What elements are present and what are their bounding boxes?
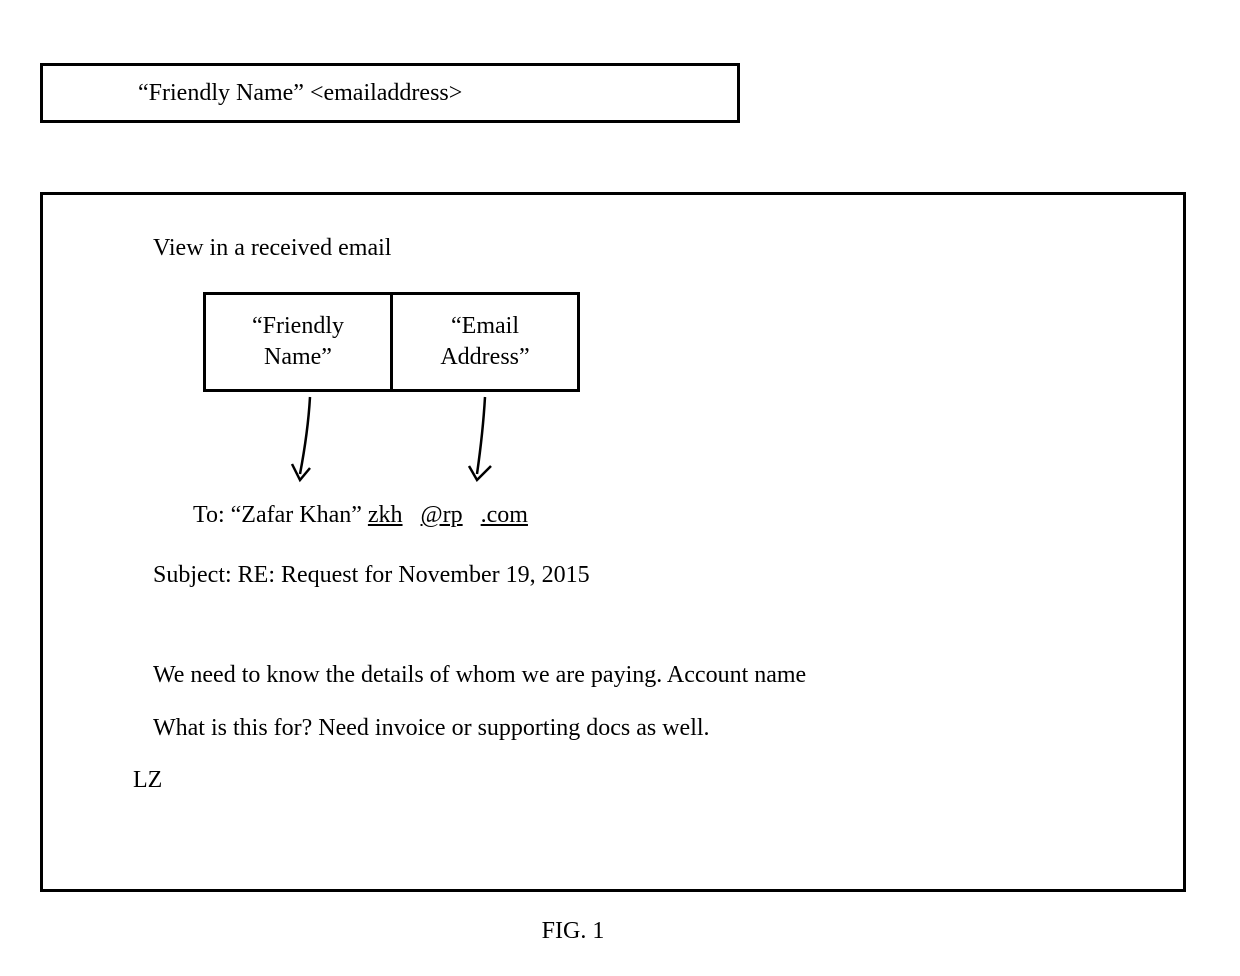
email-gap1: [403, 502, 421, 528]
figure-label: FIG. 1: [0, 918, 1146, 945]
email-address-field-label: “Email Address”: [440, 311, 529, 373]
email-gap2: [463, 502, 481, 528]
email-dot: .com: [481, 502, 528, 528]
friendly-name-format-box: “Friendly Name” <emailaddress>: [40, 63, 740, 123]
email-body: We need to know the details of whom we a…: [153, 649, 1073, 755]
friendly-name-field-label: “Friendly Name”: [252, 311, 344, 373]
signature: LZ: [133, 767, 1073, 794]
friendly-name-format-text: “Friendly Name” <emailaddress>: [138, 80, 462, 107]
to-prefix: To: “Zafar Khan”: [193, 502, 368, 528]
to-line: To: “Zafar Khan” zkh @rp .com: [193, 502, 528, 529]
arrow-icon: [463, 392, 503, 492]
subject-line: Subject: RE: Request for November 19, 20…: [153, 562, 1073, 589]
field-boxes-container: “Friendly Name” “Email Address”: [203, 292, 580, 392]
body-line-1: We need to know the details of whom we a…: [153, 649, 1073, 702]
friendly-name-field-box: “Friendly Name”: [203, 292, 393, 392]
email-at: @rp: [421, 502, 463, 528]
email-view-box: View in a received email “Friendly Name”…: [40, 192, 1186, 892]
view-title: View in a received email: [153, 235, 1073, 262]
diagram-area: “Friendly Name” “Email Address” To: “Zaf…: [203, 292, 1073, 552]
arrow-icon: [288, 392, 328, 492]
email-part1: zkh: [368, 502, 403, 528]
body-line-2: What is this for? Need invoice or suppor…: [153, 702, 1073, 755]
email-address-field-box: “Email Address”: [390, 292, 580, 392]
